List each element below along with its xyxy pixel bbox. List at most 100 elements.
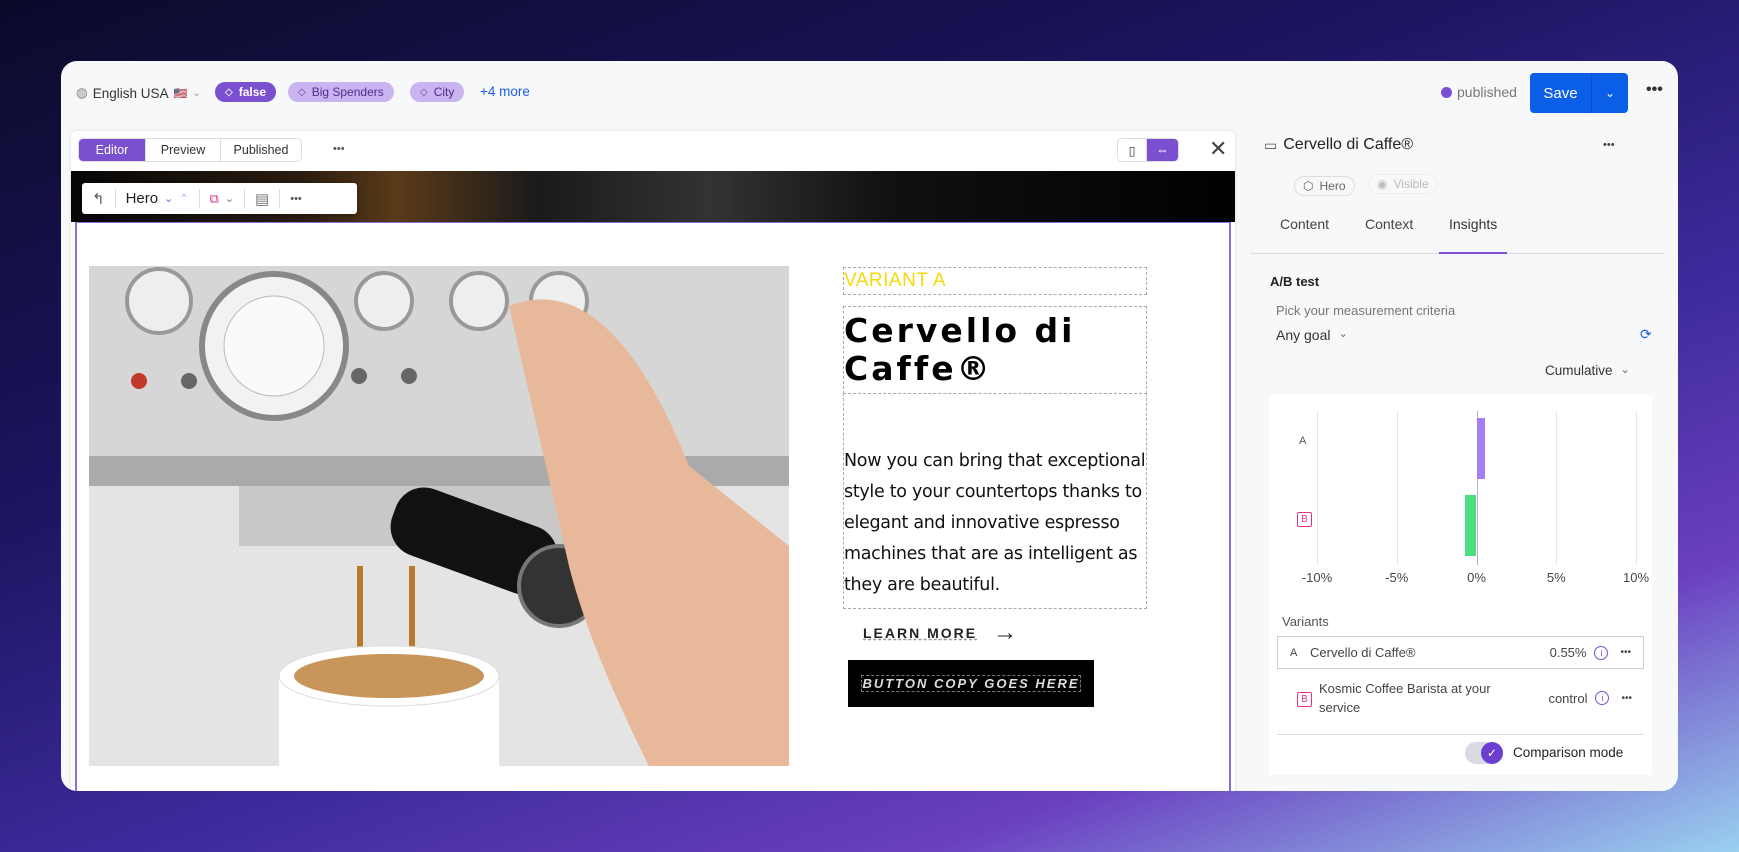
editor-more-icon[interactable]: ••• [333, 143, 345, 155]
gridline [1636, 411, 1637, 565]
pill-label: Big Spenders [311, 85, 384, 99]
active-tab-indicator [1439, 252, 1507, 254]
eyebrow-text: VARIANT A [844, 270, 946, 291]
variants-divider [1277, 734, 1644, 735]
flag-icon: 🇺🇸 [173, 87, 188, 100]
hero-heading: Cervello di Caffe® [844, 311, 1076, 388]
globe-icon: ◍ [76, 85, 88, 100]
info-icon[interactable]: i [1595, 691, 1610, 705]
badge-label: Hero [1319, 179, 1346, 193]
goal-value: Any goal [1276, 327, 1331, 343]
gridline [1556, 411, 1558, 565]
chevron-down-icon: ⌄ [1620, 364, 1630, 376]
tab-context[interactable]: Context [1365, 216, 1413, 232]
mode-select[interactable]: Cumulative ⌄ [1545, 363, 1630, 378]
variant-name: Cervello di Caffe® [1310, 645, 1416, 660]
tab-content[interactable]: Content [1280, 216, 1329, 232]
x-tick-label: 10% [1622, 570, 1650, 585]
cta-button[interactable]: BUTTON COPY GOES HERE [848, 660, 1094, 707]
more-options-icon[interactable]: ••• [1646, 81, 1663, 99]
segment-icon: ◇ [298, 86, 306, 98]
comparison-mode-label: Comparison mode [1513, 745, 1624, 760]
save-component-icon[interactable]: ▤ [245, 189, 281, 208]
variant-name: Kosmic Coffee Barista at your service [1319, 681, 1491, 715]
component-type-badge: ⬡ Hero [1294, 176, 1355, 196]
cta-label: BUTTON COPY GOES HERE [861, 675, 1081, 692]
pill-label: City [433, 85, 455, 99]
gridline [1317, 411, 1318, 565]
row-more-icon[interactable]: ••• [1621, 693, 1632, 704]
variants-label: Variants [1282, 614, 1329, 629]
select-parent-icon[interactable]: ↰ [82, 189, 116, 208]
panel-header: ▭ Cervello di Caffe® [1264, 136, 1413, 154]
mode-value: Cumulative [1545, 363, 1613, 378]
tab-preview[interactable]: Preview [146, 139, 221, 161]
eyebrow-block[interactable]: VARIANT A [843, 267, 1147, 295]
category-label-b: B [1297, 509, 1312, 527]
tab-insights[interactable]: Insights [1449, 216, 1497, 232]
segment-icon: ◇ [225, 86, 233, 98]
learn-more-link[interactable]: LEARN MORE → [863, 619, 1017, 647]
chevron-up-icon[interactable]: ⌃ [179, 192, 188, 205]
gridline [1396, 411, 1398, 565]
app-window: ◍ English USA 🇺🇸 ⌄ ◇ false ◇ Big Spenders … [61, 61, 1678, 791]
badge-label: Visible [1393, 177, 1429, 191]
audience-pill[interactable]: ◇ Big Spenders [288, 82, 394, 102]
goal-select[interactable]: Any goal ⌄ [1276, 327, 1348, 343]
bar-b [1465, 495, 1477, 556]
pill-label: false [238, 85, 267, 99]
segment-icon: ◇ [420, 86, 428, 98]
eye-icon: ◉ [1377, 177, 1388, 191]
panel-more-icon[interactable]: ••• [1603, 139, 1615, 151]
more-pills-link[interactable]: +4 more [480, 84, 530, 99]
device-toggle: ▯ ⇔ [1117, 138, 1179, 162]
variant-b-key: B [1297, 512, 1312, 527]
editor-frame: Editor Preview Published ••• ▯ ⇔ ✕ ↰ Her… [71, 131, 1235, 791]
tab-editor[interactable]: Editor [79, 139, 146, 161]
criteria-label: Pick your measurement criteria [1276, 303, 1456, 318]
check-icon: ✓ [1481, 742, 1503, 764]
row-more-icon[interactable]: ••• [1620, 647, 1631, 658]
variant-value: control [1548, 690, 1588, 706]
refresh-icon[interactable]: ⟳ [1640, 326, 1652, 343]
x-tick-label: -10% [1301, 570, 1333, 585]
component-icon: ▭ [1264, 136, 1278, 153]
properties-panel: ▭ Cervello di Caffe® ••• ⬡ Hero ◉ Visible … [1250, 121, 1670, 791]
chevron-down-icon[interactable]: ⌄ [164, 192, 173, 205]
toolbar-more-icon[interactable]: ••• [280, 189, 312, 208]
audience-pill[interactable]: ◇ false [215, 82, 277, 102]
tab-published[interactable]: Published [221, 139, 301, 161]
variant-value: 0.55% [1549, 645, 1587, 660]
visibility-badge[interactable]: ◉ Visible [1368, 174, 1438, 194]
info-icon[interactable]: i [1594, 645, 1609, 660]
locale-label: English USA [92, 85, 169, 101]
x-tick-label: -5% [1385, 570, 1409, 585]
category-label-a: A [1299, 435, 1307, 447]
espresso-machine-illustration [89, 266, 789, 766]
cube-icon: ⬡ [1303, 179, 1314, 193]
hero-body-text: Now you can bring that exceptional style… [844, 451, 1146, 595]
status-label: published [1457, 84, 1517, 100]
save-options-chevron-icon[interactable]: ⌄ [1592, 73, 1628, 113]
component-selector[interactable]: Hero ⌄ ⌃ [116, 189, 200, 208]
audience-pill[interactable]: ◇ City [410, 82, 465, 102]
body-block[interactable]: Now you can bring that exceptional style… [843, 393, 1147, 609]
variant-row-a[interactable]: A Cervello di Caffe® 0.55% i ••• [1277, 636, 1644, 669]
desktop-device-icon[interactable]: ⇔ [1147, 139, 1178, 161]
variant-key: B [1297, 691, 1312, 707]
x-tick-label: 0% [1467, 570, 1486, 585]
save-split-button: Save ⌄ [1530, 73, 1628, 113]
mobile-device-icon[interactable]: ▯ [1118, 139, 1148, 161]
locale-selector[interactable]: ◍ English USA 🇺🇸 ⌄ [76, 85, 201, 101]
variant-row-b[interactable]: B Kosmic Coffee Barista at your service … [1277, 676, 1644, 720]
heading-block[interactable]: Cervello di Caffe® [843, 306, 1147, 394]
variants-icon[interactable]: ⧉ ⌄ [200, 189, 246, 208]
section-title: A/B test [1270, 274, 1320, 289]
save-button[interactable]: Save [1530, 73, 1592, 113]
arrow-right-icon: → [993, 619, 1018, 646]
comparison-mode-toggle[interactable]: ✓ [1465, 742, 1503, 764]
chevron-down-icon: ⌄ [192, 87, 201, 99]
close-icon[interactable]: ✕ [1209, 136, 1227, 162]
hero-component: VARIANT A Cervello di Caffe® Now you can… [75, 222, 1231, 791]
learn-more-label: LEARN MORE [863, 625, 978, 641]
